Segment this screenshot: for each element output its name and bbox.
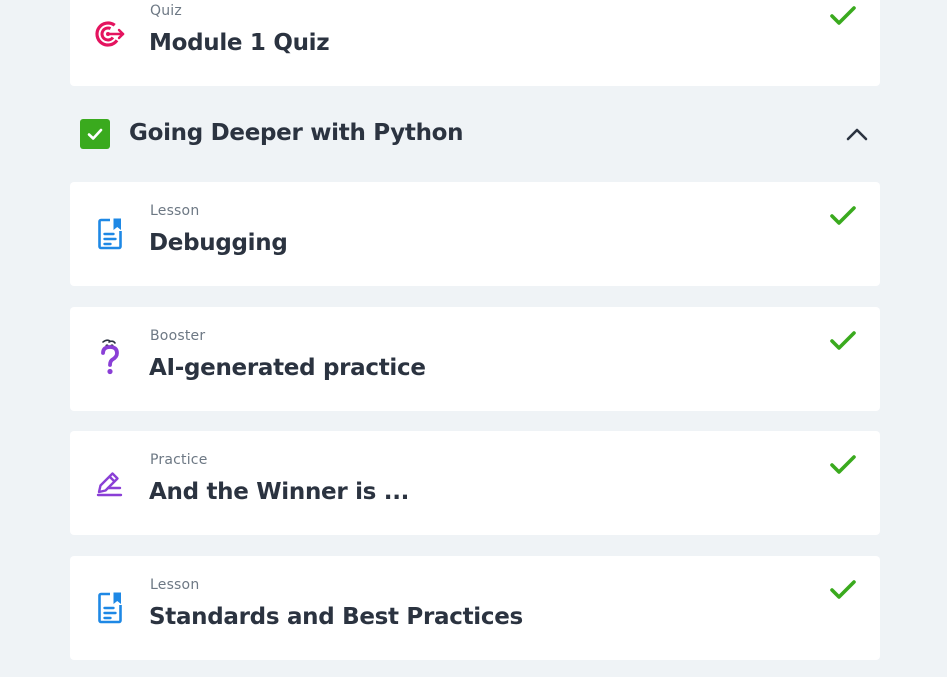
item-title: Standards and Best Practices [149, 604, 523, 630]
completed-check-icon [830, 206, 856, 225]
booster-card[interactable]: Booster AI-generated practice [70, 307, 880, 411]
section-title: Going Deeper with Python [129, 120, 464, 146]
item-type-label: Lesson [150, 577, 200, 593]
quiz-card[interactable]: Quiz Module 1 Quiz [70, 0, 880, 86]
check-icon [87, 128, 103, 140]
item-type-label: Booster [150, 328, 206, 344]
item-type-label: Quiz [150, 3, 182, 19]
item-title: And the Winner is ... [149, 479, 410, 505]
lesson-card[interactable]: Lesson Debugging [70, 182, 880, 286]
item-type-label: Practice [150, 452, 208, 468]
item-title: Debugging [149, 230, 288, 256]
item-title: AI-generated practice [149, 355, 426, 381]
question-mark-icon [94, 339, 126, 377]
pencil-icon [94, 465, 126, 501]
lesson-icon [94, 590, 126, 626]
section-header[interactable]: Going Deeper with Python [70, 108, 880, 160]
completed-check-icon [830, 6, 856, 25]
target-icon [94, 16, 126, 52]
completed-check-icon [830, 455, 856, 474]
item-title: Module 1 Quiz [149, 30, 330, 56]
completed-check-icon [830, 331, 856, 350]
chevron-up-icon[interactable] [845, 124, 869, 144]
section-completed-checkbox [80, 119, 110, 149]
lesson-card[interactable]: Lesson Standards and Best Practices [70, 556, 880, 660]
completed-check-icon [830, 580, 856, 599]
lesson-icon [94, 216, 126, 252]
item-type-label: Lesson [150, 203, 200, 219]
practice-card[interactable]: Practice And the Winner is ... [70, 431, 880, 535]
